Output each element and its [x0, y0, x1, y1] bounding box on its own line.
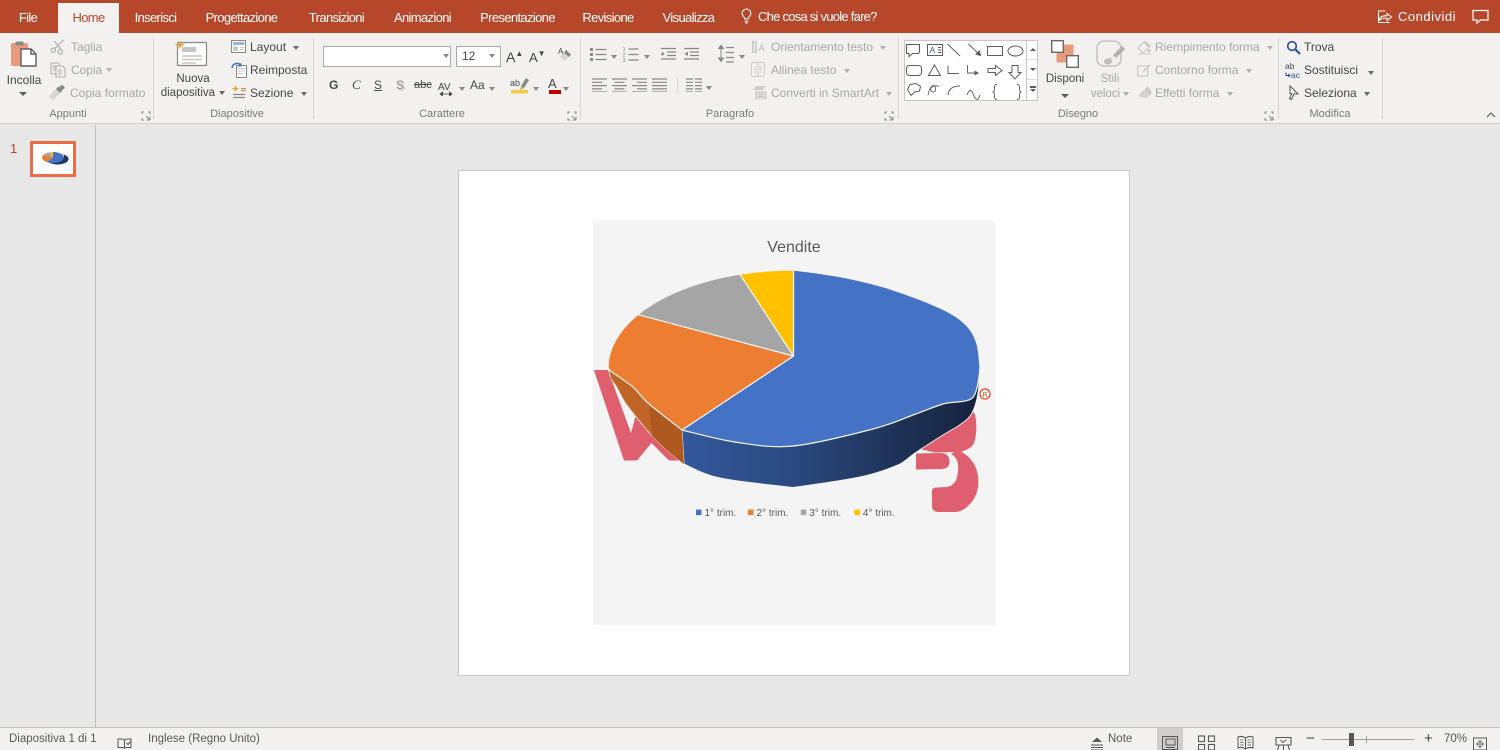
- svg-text:1° trim.: 1° trim.: [705, 508, 737, 519]
- svg-text:ab: ab: [510, 78, 520, 88]
- svg-text:ac: ac: [1291, 70, 1301, 79]
- svg-text:3: 3: [623, 58, 626, 63]
- svg-text:R: R: [982, 392, 987, 399]
- svg-text:2° trim.: 2° trim.: [757, 508, 789, 519]
- svg-text:A: A: [558, 47, 564, 56]
- svg-text:Vendite: Vendite: [767, 239, 820, 256]
- svg-text:AV: AV: [438, 82, 451, 93]
- svg-text:4° trim.: 4° trim.: [863, 508, 895, 519]
- svg-text:A: A: [930, 45, 936, 55]
- svg-text:3° trim.: 3° trim.: [809, 508, 841, 519]
- svg-text:A: A: [759, 43, 765, 53]
